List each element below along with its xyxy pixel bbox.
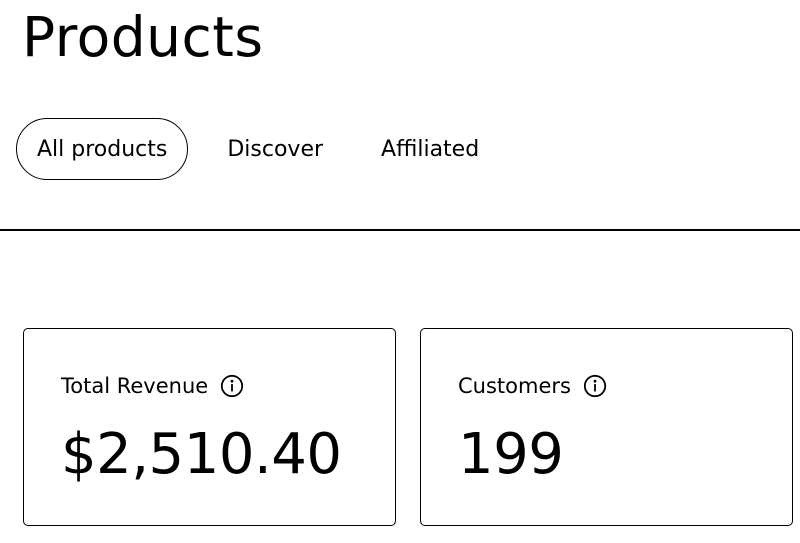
tab-discover[interactable]: Discover [206,118,344,180]
customers-label: Customers [458,374,571,398]
product-tabs: All products Discover Affiliated [16,117,500,181]
customers-card: Customers 199 [420,328,793,526]
section-divider [0,229,800,231]
total-revenue-label: Total Revenue [61,374,209,398]
total-revenue-card: Total Revenue $2,510.40 [23,328,396,526]
customers-header: Customers [458,372,607,400]
info-icon[interactable] [583,374,607,398]
total-revenue-value: $2,510.40 [61,422,342,487]
total-revenue-header: Total Revenue [61,372,244,400]
page-title: Products [22,5,264,69]
customers-value: 199 [458,422,564,487]
tab-affiliated[interactable]: Affiliated [360,118,500,180]
info-icon[interactable] [220,374,244,398]
tab-all-products[interactable]: All products [16,118,189,180]
